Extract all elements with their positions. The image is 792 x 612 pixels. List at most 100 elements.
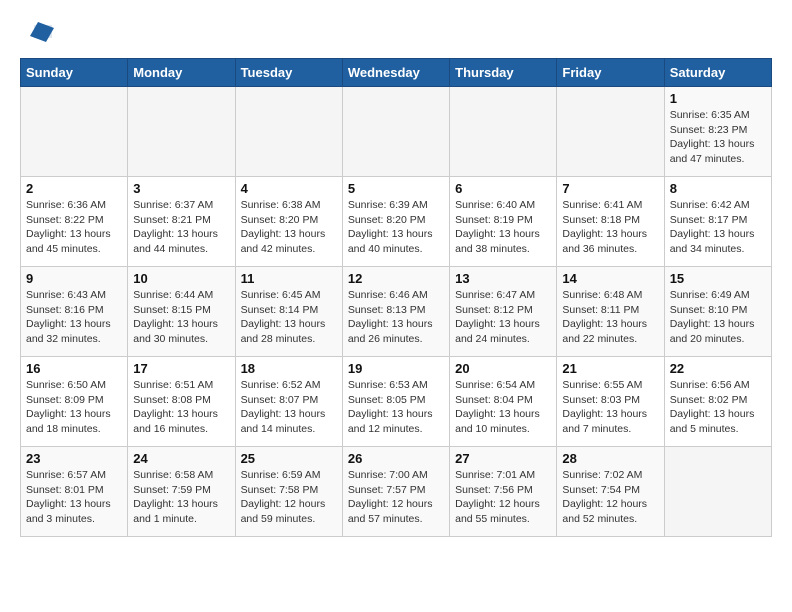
- calendar-cell: [557, 87, 664, 177]
- calendar-cell: 19Sunrise: 6:53 AM Sunset: 8:05 PM Dayli…: [342, 357, 449, 447]
- calendar-cell: 3 Sunrise: 6:37 AM Sunset: 8:21 PM Daylig…: [128, 177, 235, 267]
- day-number: 6: [455, 181, 551, 196]
- day-info: Sunrise: 6:57 AM Sunset: 8:01 PM Dayligh…: [26, 468, 122, 527]
- day-info: Sunrise: 6:56 AM Sunset: 8:02 PM Dayligh…: [670, 378, 766, 437]
- day-number: 24: [133, 451, 229, 466]
- day-number: 11: [241, 271, 337, 286]
- day-number: 4: [241, 181, 337, 196]
- day-info: Sunrise: 6:40 AM Sunset: 8:19 PM Dayligh…: [455, 198, 551, 257]
- calendar-cell: 17 Sunrise: 6:51 AM Sunset: 8:08 PM Dayli…: [128, 357, 235, 447]
- calendar-cell: [128, 87, 235, 177]
- calendar-cell: 18 Sunrise: 6:52 AM Sunset: 8:07 PM Dayli…: [235, 357, 342, 447]
- calendar-cell: 28 Sunrise: 7:02 AM Sunset: 7:54 PM Dayli…: [557, 447, 664, 537]
- calendar-cell: 16 Sunrise: 6:50 AM Sunset: 8:09 PM Dayli…: [21, 357, 128, 447]
- day-info: Sunrise: 6:47 AM Sunset: 8:12 PM Dayligh…: [455, 288, 551, 347]
- calendar-cell: 20 Sunrise: 6:54 AM Sunset: 8:04 PM Dayli…: [450, 357, 557, 447]
- day-number: 1: [670, 91, 766, 106]
- day-number: 8: [670, 181, 766, 196]
- calendar-cell: 11 Sunrise: 6:45 AM Sunset: 8:14 PM Dayli…: [235, 267, 342, 357]
- column-header-tuesday: Tuesday: [235, 59, 342, 87]
- day-number: 19: [348, 361, 444, 376]
- day-number: 10: [133, 271, 229, 286]
- calendar-cell: 6 Sunrise: 6:40 AM Sunset: 8:19 PM Daylig…: [450, 177, 557, 267]
- day-info: Sunrise: 6:42 AM Sunset: 8:17 PM Dayligh…: [670, 198, 766, 257]
- day-number: 13: [455, 271, 551, 286]
- column-header-saturday: Saturday: [664, 59, 771, 87]
- calendar-cell: 14 Sunrise: 6:48 AM Sunset: 8:11 PM Dayli…: [557, 267, 664, 357]
- calendar-cell: [450, 87, 557, 177]
- day-info: Sunrise: 6:52 AM Sunset: 8:07 PM Dayligh…: [241, 378, 337, 437]
- day-number: 14: [562, 271, 658, 286]
- day-info: Sunrise: 6:36 AM Sunset: 8:22 PM Dayligh…: [26, 198, 122, 257]
- calendar-cell: 24 Sunrise: 6:58 AM Sunset: 7:59 PM Dayli…: [128, 447, 235, 537]
- logo-icon: [24, 20, 54, 48]
- day-info: Sunrise: 7:00 AM Sunset: 7:57 PM Dayligh…: [348, 468, 444, 527]
- day-number: 28: [562, 451, 658, 466]
- day-info: Sunrise: 6:55 AM Sunset: 8:03 PM Dayligh…: [562, 378, 658, 437]
- calendar-cell: 26 Sunrise: 7:00 AM Sunset: 7:57 PM Dayli…: [342, 447, 449, 537]
- day-info: Sunrise: 6:38 AM Sunset: 8:20 PM Dayligh…: [241, 198, 337, 257]
- calendar-week-row: 23 Sunrise: 6:57 AM Sunset: 8:01 PM Dayli…: [21, 447, 772, 537]
- column-header-thursday: Thursday: [450, 59, 557, 87]
- calendar-cell: [664, 447, 771, 537]
- calendar-cell: 2 Sunrise: 6:36 AM Sunset: 8:22 PM Daylig…: [21, 177, 128, 267]
- calendar-cell: 4 Sunrise: 6:38 AM Sunset: 8:20 PM Daylig…: [235, 177, 342, 267]
- calendar-week-row: 16 Sunrise: 6:50 AM Sunset: 8:09 PM Dayli…: [21, 357, 772, 447]
- day-number: 21: [562, 361, 658, 376]
- calendar-cell: 13 Sunrise: 6:47 AM Sunset: 8:12 PM Dayli…: [450, 267, 557, 357]
- calendar-table: SundayMondayTuesdayWednesdayThursdayFrid…: [20, 58, 772, 537]
- day-info: Sunrise: 6:44 AM Sunset: 8:15 PM Dayligh…: [133, 288, 229, 347]
- calendar-cell: 7 Sunrise: 6:41 AM Sunset: 8:18 PM Daylig…: [557, 177, 664, 267]
- day-number: 7: [562, 181, 658, 196]
- day-info: Sunrise: 6:45 AM Sunset: 8:14 PM Dayligh…: [241, 288, 337, 347]
- day-number: 5: [348, 181, 444, 196]
- calendar-cell: 12 Sunrise: 6:46 AM Sunset: 8:13 PM Dayli…: [342, 267, 449, 357]
- day-number: 20: [455, 361, 551, 376]
- day-info: Sunrise: 6:58 AM Sunset: 7:59 PM Dayligh…: [133, 468, 229, 527]
- day-number: 9: [26, 271, 122, 286]
- day-info: Sunrise: 6:50 AM Sunset: 8:09 PM Dayligh…: [26, 378, 122, 437]
- calendar-cell: 21 Sunrise: 6:55 AM Sunset: 8:03 PM Dayli…: [557, 357, 664, 447]
- calendar-cell: 10 Sunrise: 6:44 AM Sunset: 8:15 PM Dayli…: [128, 267, 235, 357]
- day-number: 16: [26, 361, 122, 376]
- day-info: Sunrise: 6:54 AM Sunset: 8:04 PM Dayligh…: [455, 378, 551, 437]
- day-number: 12: [348, 271, 444, 286]
- calendar-cell: 27 Sunrise: 7:01 AM Sunset: 7:56 PM Dayli…: [450, 447, 557, 537]
- calendar-cell: 25 Sunrise: 6:59 AM Sunset: 7:58 PM Dayli…: [235, 447, 342, 537]
- calendar-week-row: 1Sunrise: 6:35 AM Sunset: 8:23 PM Daylig…: [21, 87, 772, 177]
- day-info: Sunrise: 6:46 AM Sunset: 8:13 PM Dayligh…: [348, 288, 444, 347]
- calendar-cell: 9 Sunrise: 6:43 AM Sunset: 8:16 PM Daylig…: [21, 267, 128, 357]
- day-number: 3: [133, 181, 229, 196]
- calendar-header-row: SundayMondayTuesdayWednesdayThursdayFrid…: [21, 59, 772, 87]
- column-header-friday: Friday: [557, 59, 664, 87]
- calendar-cell: [235, 87, 342, 177]
- calendar-cell: 8 Sunrise: 6:42 AM Sunset: 8:17 PM Daylig…: [664, 177, 771, 267]
- calendar-cell: 22 Sunrise: 6:56 AM Sunset: 8:02 PM Dayli…: [664, 357, 771, 447]
- day-number: 25: [241, 451, 337, 466]
- calendar-cell: 1Sunrise: 6:35 AM Sunset: 8:23 PM Daylig…: [664, 87, 771, 177]
- day-info: Sunrise: 6:48 AM Sunset: 8:11 PM Dayligh…: [562, 288, 658, 347]
- day-number: 23: [26, 451, 122, 466]
- day-number: 27: [455, 451, 551, 466]
- day-number: 15: [670, 271, 766, 286]
- column-header-monday: Monday: [128, 59, 235, 87]
- day-info: Sunrise: 6:37 AM Sunset: 8:21 PM Dayligh…: [133, 198, 229, 257]
- day-info: Sunrise: 6:49 AM Sunset: 8:10 PM Dayligh…: [670, 288, 766, 347]
- calendar-cell: [21, 87, 128, 177]
- day-info: Sunrise: 7:01 AM Sunset: 7:56 PM Dayligh…: [455, 468, 551, 527]
- logo: [20, 20, 54, 48]
- column-header-wednesday: Wednesday: [342, 59, 449, 87]
- calendar-cell: [342, 87, 449, 177]
- calendar-week-row: 9 Sunrise: 6:43 AM Sunset: 8:16 PM Daylig…: [21, 267, 772, 357]
- day-number: 22: [670, 361, 766, 376]
- day-info: Sunrise: 7:02 AM Sunset: 7:54 PM Dayligh…: [562, 468, 658, 527]
- day-number: 26: [348, 451, 444, 466]
- day-number: 2: [26, 181, 122, 196]
- day-info: Sunrise: 6:41 AM Sunset: 8:18 PM Dayligh…: [562, 198, 658, 257]
- day-info: Sunrise: 6:51 AM Sunset: 8:08 PM Dayligh…: [133, 378, 229, 437]
- day-number: 18: [241, 361, 337, 376]
- day-number: 17: [133, 361, 229, 376]
- day-info: Sunrise: 6:59 AM Sunset: 7:58 PM Dayligh…: [241, 468, 337, 527]
- day-info: Sunrise: 6:43 AM Sunset: 8:16 PM Dayligh…: [26, 288, 122, 347]
- calendar-cell: 15 Sunrise: 6:49 AM Sunset: 8:10 PM Dayli…: [664, 267, 771, 357]
